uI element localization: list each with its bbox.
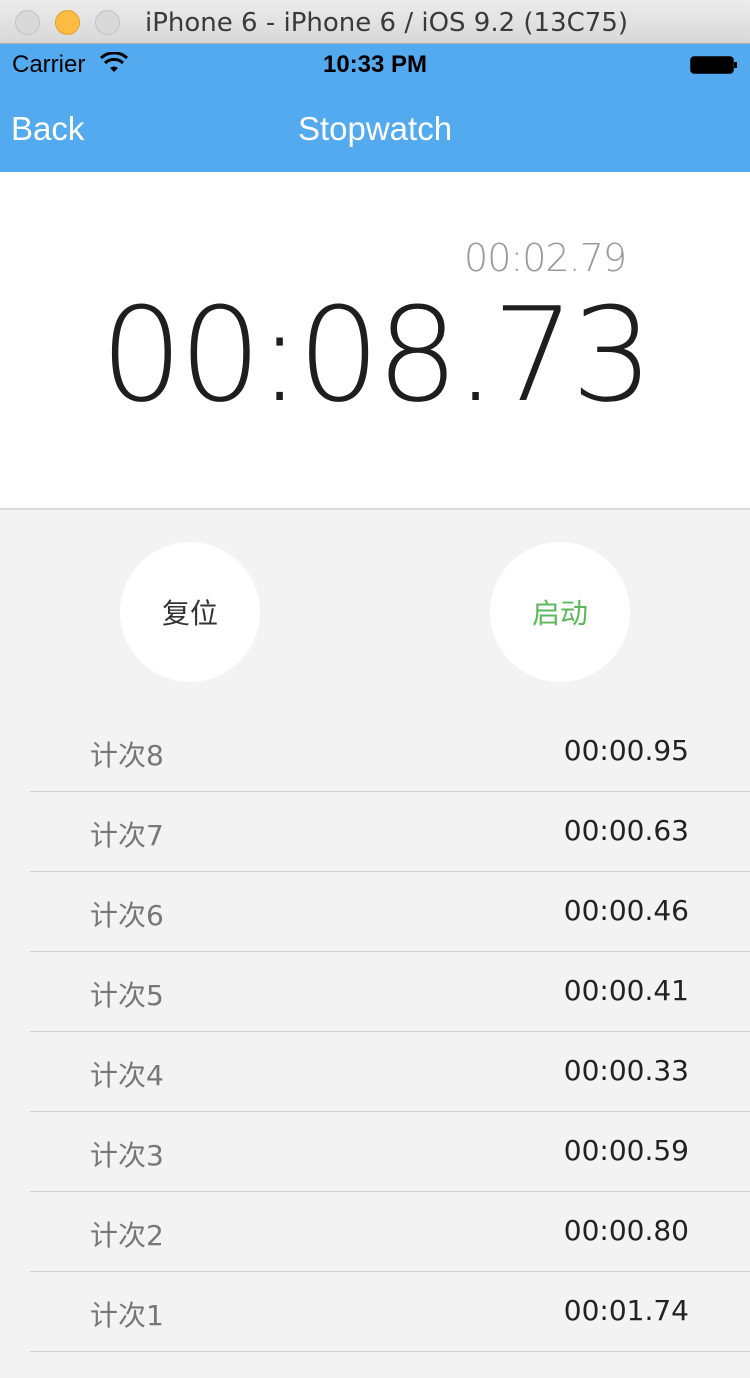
lap-row: 计次2 00:00.80 [30,1192,750,1272]
lap-row: 计次3 00:00.59 [30,1112,750,1192]
timer-display: 00:02.79 00:08.73 [0,172,750,510]
lap-time: 00:00.80 [563,1214,689,1247]
total-elapsed-time: 00:08.73 [100,279,653,431]
lap-label: 计次1 [90,1299,164,1332]
app-header: Carrier 10:33 PM Back Stopwatch [0,44,750,172]
lap-time: 00:00.63 [563,814,689,847]
lap-list: 计次8 00:00.95 计次7 00:00.63 计次6 00:00.46 计… [30,712,750,1352]
lap-time: 00:01.74 [563,1294,689,1327]
window-close-button[interactable] [15,10,40,35]
battery-icon [690,56,737,74]
lap-time: 00:00.33 [563,1054,689,1087]
window-title: iPhone 6 - iPhone 6 / iOS 9.2 (13C75) [145,8,629,38]
lap-row: 计次1 00:01.74 [30,1272,750,1352]
simulator-title-bar: iPhone 6 - iPhone 6 / iOS 9.2 (13C75) [0,0,750,44]
lap-label: 计次2 [90,1219,164,1252]
lap-label: 计次5 [90,979,164,1012]
lap-row: 计次4 00:00.33 [30,1032,750,1112]
lap-row: 计次5 00:00.41 [30,952,750,1032]
lap-label: 计次3 [90,1139,164,1172]
start-button[interactable]: 启动 [490,542,630,682]
current-lap-time: 00:02.79 [464,236,627,280]
lap-row: 计次8 00:00.95 [30,712,750,792]
lap-time: 00:00.59 [563,1134,689,1167]
lap-row: 计次6 00:00.46 [30,872,750,952]
lap-label: 计次8 [90,739,164,772]
lap-label: 计次4 [90,1059,164,1092]
lap-row: 计次7 00:00.63 [30,792,750,872]
lap-time: 00:00.95 [563,734,689,767]
window-minimize-button[interactable] [55,10,80,35]
page-title: Stopwatch [297,110,453,147]
lap-time: 00:00.46 [563,894,689,927]
window-zoom-button[interactable] [95,10,120,35]
lap-label: 计次6 [90,899,164,932]
reset-button[interactable]: 复位 [120,542,260,682]
lap-label: 计次7 [90,819,164,852]
lap-time: 00:00.41 [563,974,689,1007]
status-time: 10:33 PM [322,51,428,78]
